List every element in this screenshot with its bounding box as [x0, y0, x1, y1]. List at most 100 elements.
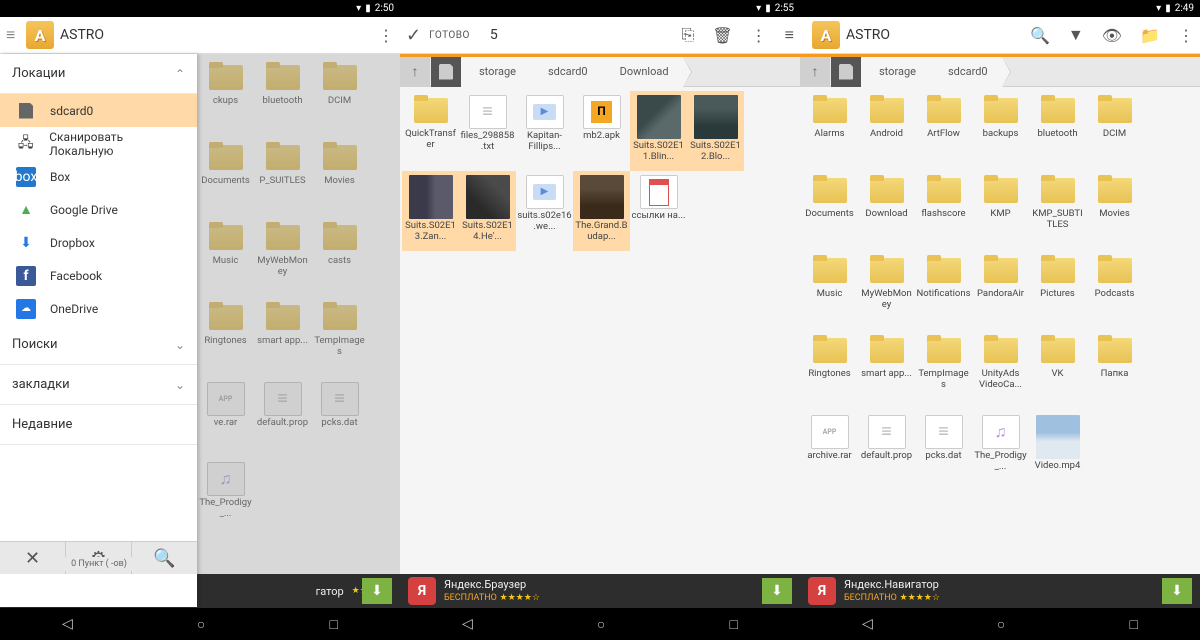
file-item[interactable]: Ringtones: [801, 331, 858, 411]
sidebar-item-db[interactable]: Dropbox: [0, 226, 197, 259]
home-button[interactable]: ○: [997, 616, 1005, 633]
file-item[interactable]: Download: [858, 171, 915, 251]
download-icon[interactable]: ⬇: [762, 578, 792, 604]
file-item[interactable]: Suits.S02E12.Blo...: [687, 91, 744, 171]
menu-icon[interactable]: ≡: [785, 25, 794, 45]
back-button[interactable]: ◁: [62, 616, 73, 632]
file-item[interactable]: PandoraAir: [972, 251, 1029, 331]
done-label[interactable]: ГОТОВО: [429, 30, 470, 41]
recent-button[interactable]: □: [729, 616, 737, 633]
search-button[interactable]: 🔍: [132, 542, 197, 574]
file-item[interactable]: Music: [197, 218, 254, 298]
sidebar-item-sd[interactable]: sdcard0: [0, 94, 197, 127]
sidebar-item-fb[interactable]: Facebook: [0, 259, 197, 292]
ad-banner[interactable]: Яндекс.Браузер БЕСПЛАТНО ★★★★☆ ⬇: [400, 574, 800, 608]
file-item[interactable]: Alarms: [801, 91, 858, 171]
file-item[interactable]: Suits.S02E14.He'...: [459, 171, 516, 251]
file-item[interactable]: Suits.S02E13.Zan...: [402, 171, 459, 251]
sidebar-bookmarks-header[interactable]: закладки ⌄: [0, 365, 197, 405]
file-item[interactable]: Ringtones: [197, 298, 254, 378]
file-item[interactable]: MyWebMoney: [858, 251, 915, 331]
file-item[interactable]: suits.s02e16.we...: [516, 171, 573, 251]
sidebar-item-box[interactable]: Box: [0, 160, 197, 193]
file-item[interactable]: bluetooth: [254, 58, 311, 138]
sidebar-item-net[interactable]: Сканировать Локальную: [0, 127, 197, 160]
filter-icon[interactable]: ▼: [1068, 25, 1084, 45]
file-item[interactable]: casts: [311, 218, 368, 298]
breadcrumb[interactable]: sdcard0: [930, 57, 1002, 87]
file-item[interactable]: Suits.S02E11.Blin...: [630, 91, 687, 171]
file-item[interactable]: Movies: [1086, 171, 1143, 251]
trash-icon[interactable]: 🗑: [712, 26, 732, 45]
overflow-icon[interactable]: ⋮: [1178, 26, 1194, 45]
file-item[interactable]: smart app...: [254, 298, 311, 378]
file-item[interactable]: TempImages: [311, 298, 368, 378]
recent-button[interactable]: □: [1129, 616, 1137, 633]
file-item[interactable]: ckups: [197, 58, 254, 138]
file-item[interactable]: KMP: [972, 171, 1029, 251]
file-item[interactable]: Папка: [1086, 331, 1143, 411]
file-item[interactable]: ve.rar: [197, 378, 254, 458]
file-item[interactable]: ссылки на...: [630, 171, 687, 251]
file-item[interactable]: pcks.dat: [915, 411, 972, 491]
breadcrumb[interactable]: Download: [602, 57, 683, 87]
file-item[interactable]: Documents: [801, 171, 858, 251]
file-item[interactable]: The_Prodigy_...: [197, 458, 254, 538]
file-item[interactable]: DCIM: [1086, 91, 1143, 171]
file-item[interactable]: P_SUITLES: [254, 138, 311, 218]
overflow-icon[interactable]: ⋮: [751, 26, 767, 45]
file-item[interactable]: ArtFlow: [915, 91, 972, 171]
breadcrumb[interactable]: storage: [461, 57, 530, 87]
file-item[interactable]: archive.rar: [801, 411, 858, 491]
back-button[interactable]: ◁: [862, 616, 873, 632]
file-item[interactable]: Podcasts: [1086, 251, 1143, 331]
file-item[interactable]: flashscore: [915, 171, 972, 251]
search-icon[interactable]: 🔍: [1030, 26, 1050, 45]
file-item[interactable]: UnityAds VideoCa...: [972, 331, 1029, 411]
sidebar-recent-header[interactable]: Недавние: [0, 405, 197, 445]
file-item[interactable]: The_Prodigy_...: [972, 411, 1029, 491]
file-item[interactable]: Kapitan-Fillips...: [516, 91, 573, 171]
file-item[interactable]: mb2.apk: [573, 91, 630, 171]
file-item[interactable]: smart app...: [858, 331, 915, 411]
file-item[interactable]: MyWebMoney: [254, 218, 311, 298]
file-item[interactable]: KMP_SUBTITLES: [1029, 171, 1086, 251]
breadcrumb[interactable]: storage: [861, 57, 930, 87]
up-button[interactable]: ↑: [800, 57, 830, 87]
file-item[interactable]: files_298858.txt: [459, 91, 516, 171]
file-item[interactable]: backups: [972, 91, 1029, 171]
new-folder-icon[interactable]: 📁: [1140, 26, 1160, 45]
file-item[interactable]: Video.mp4: [1029, 411, 1086, 491]
sidebar-search-header[interactable]: Поиски ⌄: [0, 325, 197, 365]
file-item[interactable]: DCIM: [311, 58, 368, 138]
file-item[interactable]: bluetooth: [1029, 91, 1086, 171]
file-item[interactable]: pcks.dat: [311, 378, 368, 458]
back-button[interactable]: ◁: [462, 616, 473, 632]
overflow-icon[interactable]: ⋮: [378, 26, 394, 45]
recent-button[interactable]: □: [329, 616, 337, 633]
file-item[interactable]: default.prop: [254, 378, 311, 458]
file-item[interactable]: Notifications: [915, 251, 972, 331]
breadcrumb[interactable]: sdcard0: [530, 57, 602, 87]
sidebar-locations-header[interactable]: Локации ⌃: [0, 54, 197, 94]
file-item[interactable]: Movies: [311, 138, 368, 218]
file-item[interactable]: Documents: [197, 138, 254, 218]
sidebar-item-od[interactable]: OneDrive: [0, 292, 197, 325]
tools-button[interactable]: ✕: [0, 542, 66, 574]
check-icon[interactable]: ✓: [406, 25, 421, 46]
sidebar-item-gd[interactable]: Google Drive: [0, 193, 197, 226]
menu-icon[interactable]: ≡: [6, 25, 20, 45]
file-item[interactable]: Android: [858, 91, 915, 171]
ad-banner[interactable]: Яндекс.Навигатор БЕСПЛАТНО ★★★★☆ ⬇: [800, 574, 1200, 608]
file-item[interactable]: TempImages: [915, 331, 972, 411]
home-button[interactable]: ○: [597, 616, 605, 633]
file-item[interactable]: VK: [1029, 331, 1086, 411]
home-button[interactable]: ○: [197, 616, 205, 633]
file-item[interactable]: default.prop: [858, 411, 915, 491]
file-item[interactable]: QuickTransfer: [402, 91, 459, 171]
file-item[interactable]: The.Grand.Budap...: [573, 171, 630, 251]
copy-icon[interactable]: ⎘: [682, 25, 695, 45]
download-icon[interactable]: ⬇: [1162, 578, 1192, 604]
view-icon[interactable]: 👁: [1102, 26, 1122, 45]
storage-icon[interactable]: [831, 57, 861, 87]
